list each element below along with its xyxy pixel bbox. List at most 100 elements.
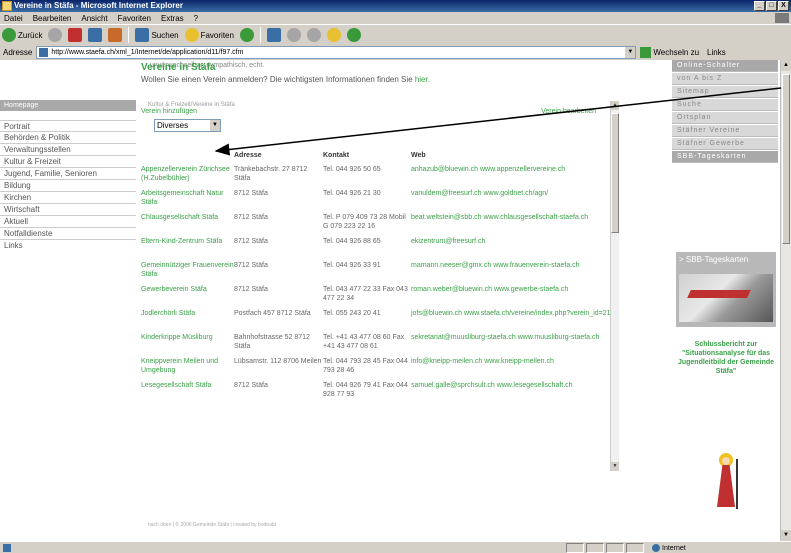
menu-bearbeiten[interactable]: Bearbeiten bbox=[33, 14, 72, 23]
maximize-button[interactable]: □ bbox=[766, 1, 777, 11]
club-web[interactable]: samuel.galle@sprchsult.ch www.lesegesell… bbox=[411, 381, 611, 405]
menu-favoriten[interactable]: Favoriten bbox=[118, 14, 151, 23]
nav-item-verwaltung[interactable]: Verwaltungsstellen bbox=[0, 144, 136, 156]
nav-a-bis-z[interactable]: von A bis Z bbox=[672, 73, 778, 85]
back-label: Zurück bbox=[18, 30, 43, 40]
club-name[interactable]: Lesegesellschaft Stäfa bbox=[141, 381, 234, 405]
club-name[interactable]: Kinderkrippe Müsliburg bbox=[141, 333, 234, 357]
browser-scrollbar[interactable]: ▲ ▼ bbox=[780, 60, 791, 541]
club-web[interactable]: mamann.neeser@gmx.ch www.frauenverein-st… bbox=[411, 261, 611, 285]
nav-item-kultur[interactable]: Kultur & Freizeit bbox=[0, 156, 136, 168]
home-button[interactable] bbox=[108, 27, 123, 44]
club-contact: Tel. 044 926 50 65 bbox=[323, 166, 381, 173]
nav-gewerbe[interactable]: Stäfner Gewerbe bbox=[672, 138, 778, 150]
nav-item-aktuell[interactable]: Aktuell bbox=[0, 216, 136, 228]
chevron-down-icon: ▼ bbox=[210, 120, 220, 131]
folder-icon bbox=[326, 28, 341, 42]
nav-item-jugend[interactable]: Jugend, Familie, Senioren bbox=[0, 168, 136, 180]
club-web[interactable]: beat.weltstein@sbb.ch www.chlausgesellsc… bbox=[411, 213, 611, 237]
club-web[interactable]: vanuldem@freesurf.ch www.goldnet.ch/agn/ bbox=[411, 189, 611, 213]
nav-item-portrait[interactable]: Portrait bbox=[0, 120, 136, 132]
folder-button[interactable] bbox=[326, 27, 341, 44]
forward-button[interactable] bbox=[48, 27, 63, 44]
nav-item-links[interactable]: Links bbox=[0, 240, 136, 252]
scroll-up-icon[interactable]: ▲ bbox=[611, 101, 619, 110]
category-select[interactable]: Diverses ▼ bbox=[154, 119, 221, 132]
stop-button[interactable] bbox=[68, 27, 83, 44]
edit-club-link[interactable]: Verein bearbeiten bbox=[541, 108, 596, 115]
favorites-label: Favoriten bbox=[200, 30, 234, 40]
menu-extras[interactable]: Extras bbox=[161, 14, 184, 23]
menu-ansicht[interactable]: Ansicht bbox=[81, 14, 107, 23]
go-button[interactable]: Wechseln zu bbox=[640, 47, 699, 58]
intro-link[interactable]: hier. bbox=[415, 75, 430, 84]
forward-arrow-icon bbox=[48, 28, 63, 42]
scroll-down-icon[interactable]: ▼ bbox=[781, 530, 791, 541]
club-web[interactable]: roman.weber@bluewin.ch www.gewerbe-staef… bbox=[411, 285, 611, 309]
club-web[interactable]: info@kneipp-meilen.ch www.kneipp-meilen.… bbox=[411, 357, 611, 381]
nav-item-notfall[interactable]: Notfalldienste bbox=[0, 228, 136, 240]
nav-item-bildung[interactable]: Bildung bbox=[0, 180, 136, 192]
nav-item-behoerden[interactable]: Behörden & Politik bbox=[0, 132, 136, 144]
scroll-thumb[interactable] bbox=[611, 113, 619, 233]
club-name[interactable]: Gewerbeverein Stäfa bbox=[141, 285, 234, 309]
head-shape bbox=[722, 457, 730, 465]
links-button[interactable]: Links bbox=[707, 48, 726, 57]
table-header: Adresse Kontakt Web bbox=[141, 152, 611, 165]
chevron-down-icon[interactable]: ▼ bbox=[625, 47, 636, 58]
nav-sbb-tageskarten[interactable]: SBB-Tageskarten bbox=[672, 151, 778, 163]
windows-logo-icon bbox=[775, 13, 789, 23]
nav-online-schalter[interactable]: Online-Schalter bbox=[672, 60, 778, 72]
homepage-tab[interactable]: Homepage bbox=[0, 100, 136, 111]
zone-label: Internet bbox=[662, 544, 686, 552]
club-name[interactable]: Chlausgesellschaft Stäfa bbox=[141, 213, 234, 237]
nav-vereine[interactable]: Stäfner Vereine bbox=[672, 125, 778, 137]
staff-shape bbox=[736, 459, 738, 509]
back-button[interactable]: Zurück bbox=[2, 27, 42, 44]
add-club-link[interactable]: Verein hinzufügen bbox=[141, 108, 197, 115]
address-input[interactable]: http://www.staefa.ch/xml_1/Internet/de/a… bbox=[36, 46, 637, 59]
refresh-button[interactable] bbox=[88, 27, 103, 44]
club-contact: Tel. +41 43 477 08 60 Fax +41 43 477 08 … bbox=[323, 334, 405, 350]
list-scrollbar[interactable]: ▲ ▼ bbox=[610, 101, 619, 471]
club-address: 8712 Stäfa bbox=[234, 214, 268, 221]
report-link[interactable]: Schlussbericht zur "Situationsanalyse fü… bbox=[676, 340, 776, 376]
scroll-up-icon[interactable]: ▲ bbox=[781, 60, 791, 71]
club-web[interactable]: sekretariat@muusliburg-staefa.ch www.muu… bbox=[411, 333, 611, 357]
menu-help[interactable]: ? bbox=[194, 14, 198, 23]
club-name[interactable]: Kneippverein Meilen und Umgebung bbox=[141, 357, 234, 381]
nav-item-kirchen[interactable]: Kirchen bbox=[0, 192, 136, 204]
close-button[interactable]: X bbox=[778, 1, 789, 11]
history-button[interactable] bbox=[266, 27, 281, 44]
sbb-banner[interactable]: > SBB-Tageskarten bbox=[676, 252, 776, 327]
header-name bbox=[141, 152, 234, 165]
messenger-button[interactable] bbox=[346, 27, 361, 44]
club-web[interactable]: anhazub@bluewin.ch www.appenzellerverein… bbox=[411, 165, 611, 189]
mail-button[interactable] bbox=[286, 27, 301, 44]
club-name[interactable]: Arbeitsgemeinschaft Natur Stäfa bbox=[141, 189, 234, 213]
media-button[interactable] bbox=[239, 27, 254, 44]
menu-datei[interactable]: Datei bbox=[4, 14, 23, 23]
table-row: Appenzellerverein Zürichsee (H.Zubelbühl… bbox=[141, 165, 611, 189]
club-web[interactable]: jofs@bluewin.ch www.staefa.ch/vereine/in… bbox=[411, 309, 611, 333]
favorites-button[interactable]: Favoriten bbox=[184, 27, 234, 44]
intro-sentence: Wollen Sie einen Verein anmelden? Die wi… bbox=[141, 75, 413, 84]
status-panel bbox=[586, 543, 604, 553]
table-row: Eltern-Kind-Zentrum Stäfa 8712 Stäfa Tel… bbox=[141, 237, 611, 261]
scroll-thumb[interactable] bbox=[782, 74, 790, 244]
nav-item-wirtschaft[interactable]: Wirtschaft bbox=[0, 204, 136, 216]
media-icon bbox=[239, 28, 254, 42]
club-name[interactable]: Eltern-Kind-Zentrum Stäfa bbox=[141, 237, 234, 261]
nav-suche[interactable]: Suche bbox=[672, 99, 778, 111]
club-name[interactable]: Gemeinnütziger Frauenverein Stäfa bbox=[141, 261, 234, 285]
scroll-down-icon[interactable]: ▼ bbox=[611, 462, 619, 471]
nav-ortsplan[interactable]: Ortsplan bbox=[672, 112, 778, 124]
print-button[interactable] bbox=[306, 27, 321, 44]
club-web[interactable]: ekizentrum@freesurf.ch bbox=[411, 237, 611, 261]
search-button[interactable]: Suchen bbox=[135, 27, 179, 44]
nav-sitemap[interactable]: Sitemap bbox=[672, 86, 778, 98]
club-name[interactable]: Jodlerchörli Stäfa bbox=[141, 309, 234, 333]
minimize-button[interactable]: _ bbox=[754, 1, 765, 11]
club-name[interactable]: Appenzellerverein Zürichsee (H.Zubelbühl… bbox=[141, 165, 234, 189]
club-address: 8712 Stäfa bbox=[234, 262, 268, 269]
